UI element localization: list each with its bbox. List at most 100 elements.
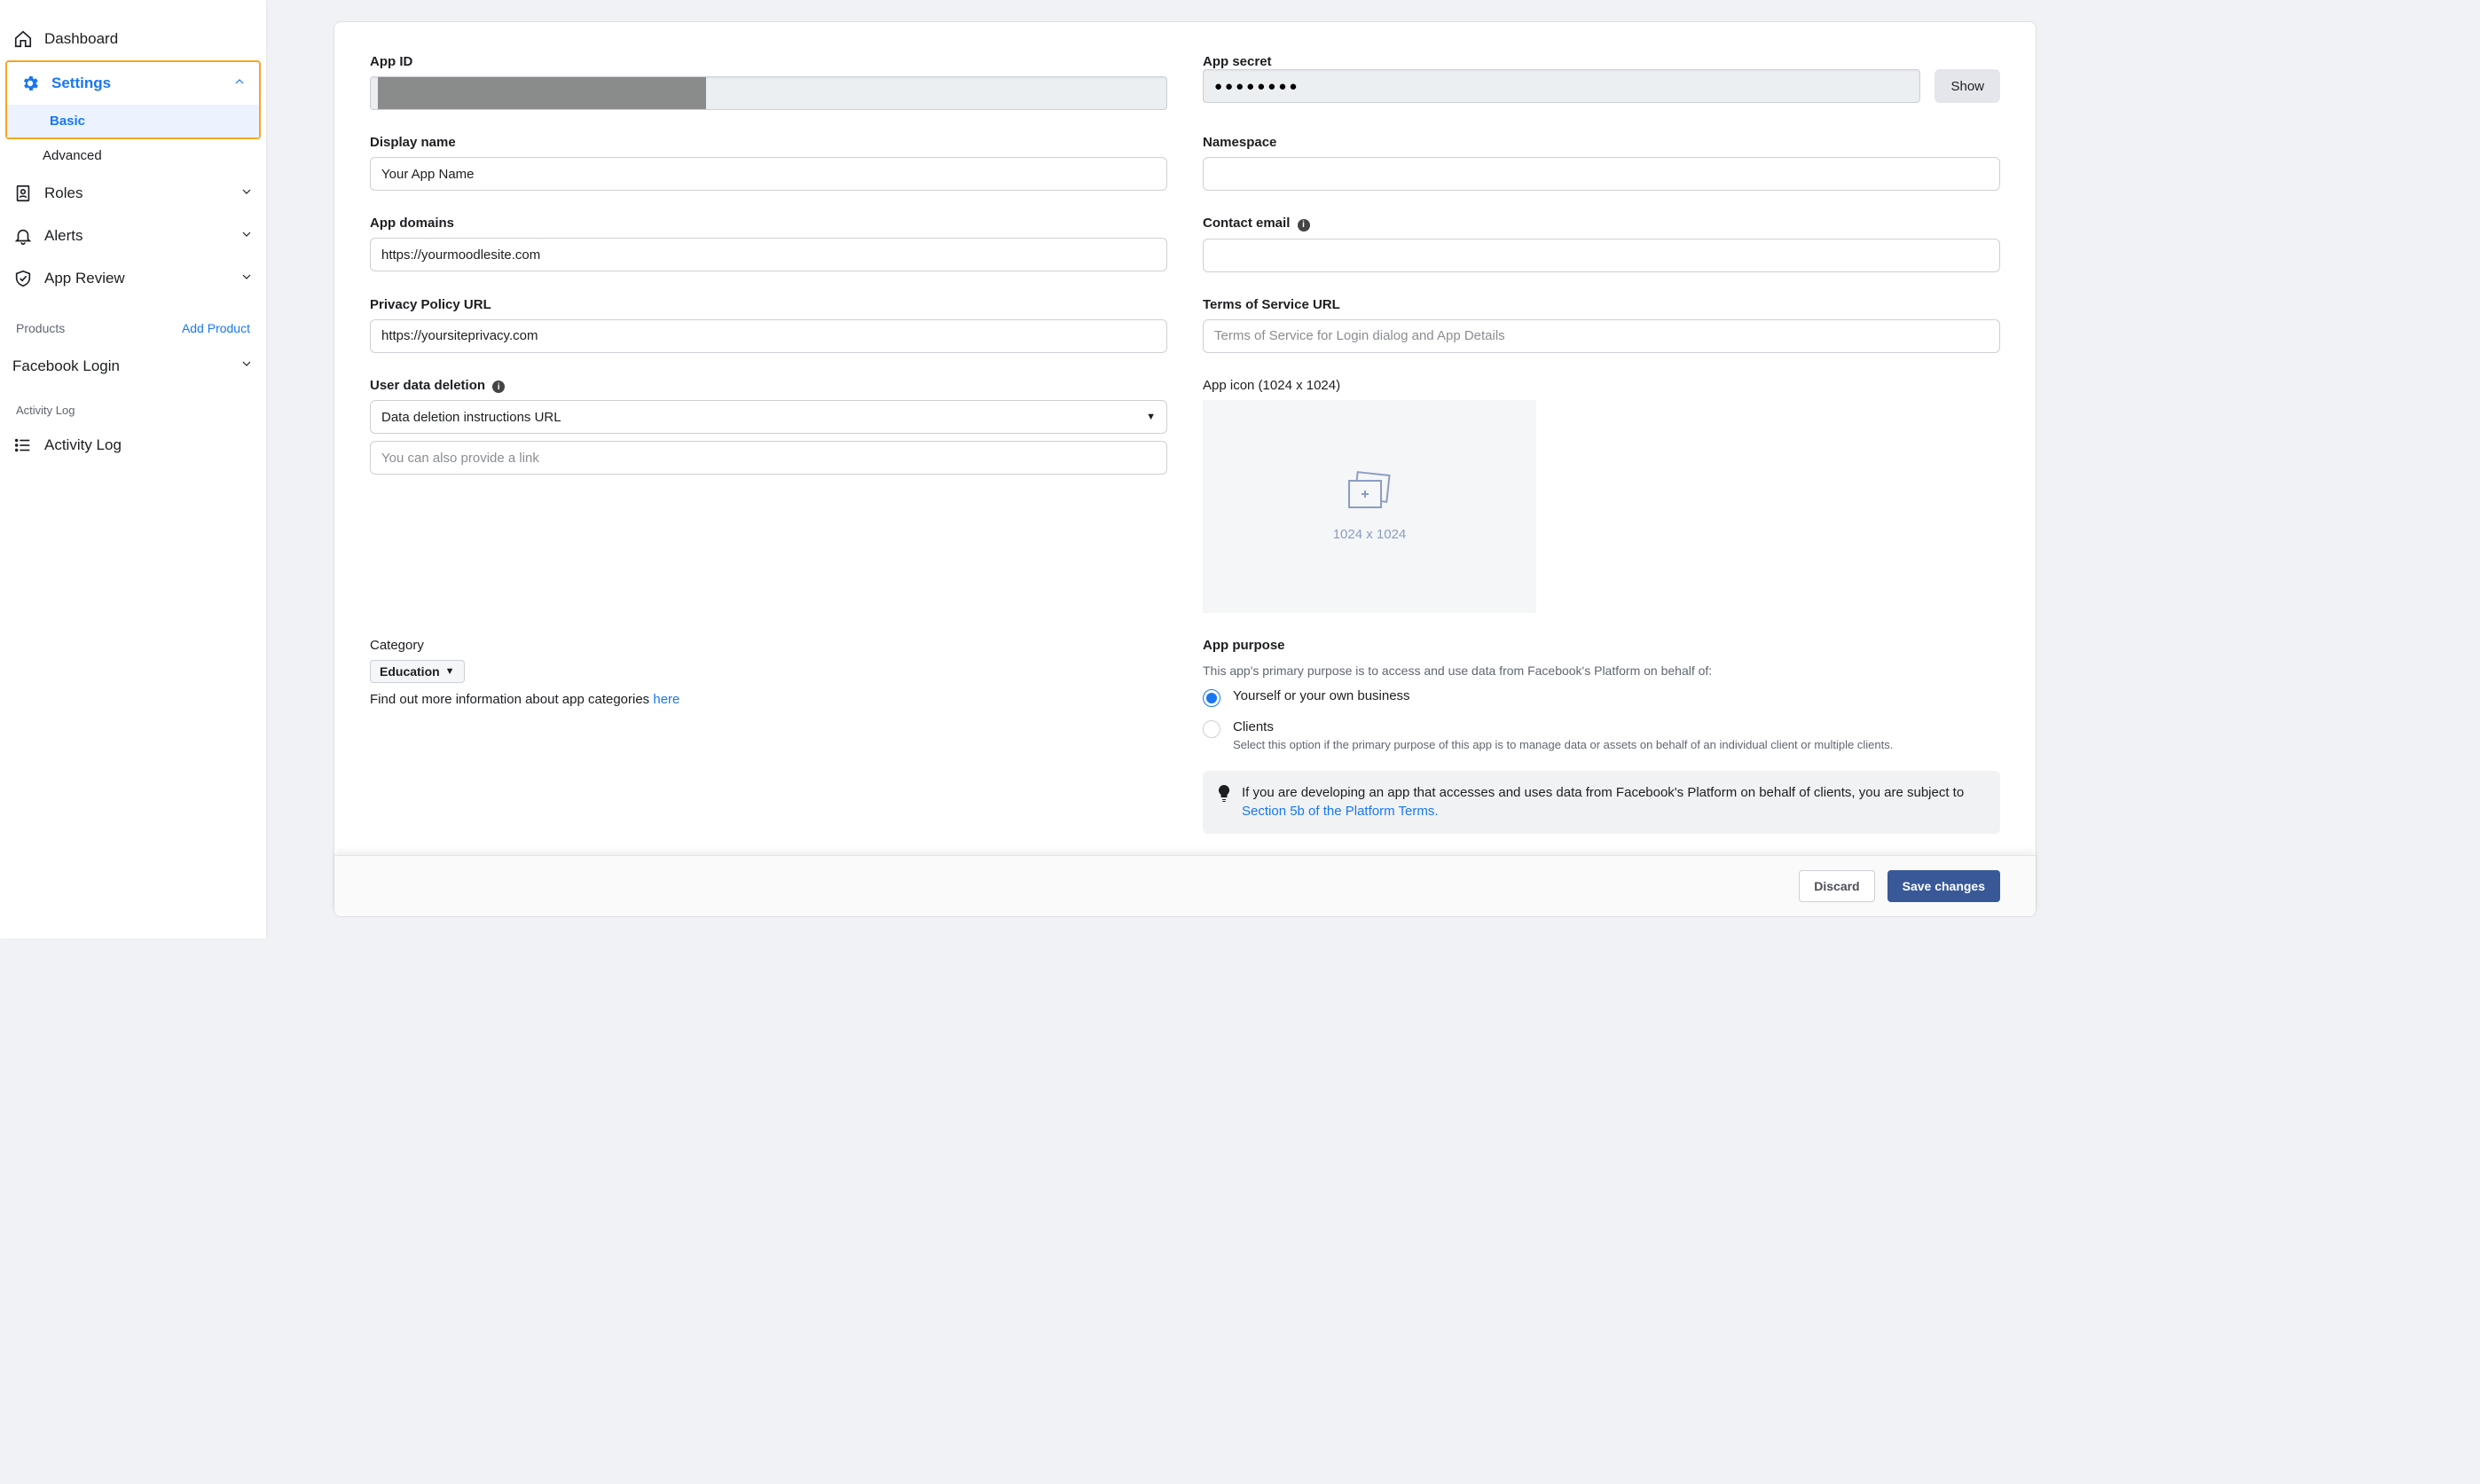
activity-heading: Activity Log (0, 386, 266, 424)
field-app-secret: App secret ●●●●●●●● Show (1203, 54, 2000, 103)
shield-check-icon (12, 268, 34, 289)
field-category: Category Education ▼ Find out more infor… (370, 638, 1167, 707)
udd-select-value: Data deletion instructions URL (381, 410, 561, 425)
purpose-opt2-label: Clients (1233, 719, 1893, 734)
save-button[interactable]: Save changes (1887, 870, 2000, 902)
sidebar-label: Facebook Login (12, 357, 120, 375)
info-icon[interactable]: i (492, 381, 505, 393)
udd-link-input[interactable] (370, 441, 1167, 475)
app-domains-label: App domains (370, 216, 1167, 231)
app-secret-label: App secret (1203, 54, 1272, 69)
purpose-opt2-desc: Select this option if the primary purpos… (1233, 738, 1893, 751)
contact-email-input[interactable] (1203, 239, 2000, 272)
purpose-opt1-label: Yourself or your own business (1233, 688, 1410, 703)
contact-email-label: Contact email i (1203, 216, 2000, 232)
sidebar-item-alerts[interactable]: Alerts (0, 215, 266, 257)
category-select[interactable]: Education ▼ (370, 660, 465, 683)
gear-icon (20, 73, 41, 94)
privacy-label: Privacy Policy URL (370, 297, 1167, 312)
field-namespace: Namespace (1203, 135, 2000, 191)
field-display-name: Display name (370, 135, 1167, 191)
settings-card: App ID App secret ●●●●●●●● Show (334, 21, 2037, 917)
sidebar-item-dashboard[interactable]: Dashboard (0, 18, 266, 60)
products-header: Products Add Product (0, 300, 266, 346)
namespace-label: Namespace (1203, 135, 2000, 150)
app-domains-input[interactable] (370, 238, 1167, 271)
main-content: App ID App secret ●●●●●●●● Show (266, 0, 2480, 938)
caret-down-icon: ▼ (1146, 412, 1156, 422)
tos-label: Terms of Service URL (1203, 297, 2000, 312)
settings-subnav: Basic (7, 105, 259, 137)
bell-icon (12, 225, 34, 247)
category-help-link[interactable]: here (653, 692, 679, 707)
sidebar-item-app-review[interactable]: App Review (0, 257, 266, 300)
image-icon (1344, 470, 1395, 514)
platform-terms-banner: If you are developing an app that access… (1203, 771, 2000, 835)
home-icon (12, 28, 34, 50)
roles-icon (12, 183, 34, 204)
sidebar-item-roles[interactable]: Roles (0, 172, 266, 215)
sidebar-label: Dashboard (44, 30, 118, 48)
field-app-purpose: App purpose This app's primary purpose i… (1203, 638, 2000, 835)
chevron-down-icon (239, 270, 254, 288)
field-app-icon: App icon (1024 x 1024) 1024 x 1024 (1203, 378, 2000, 613)
purpose-desc: This app's primary purpose is to access … (1203, 663, 2000, 678)
sidebar-item-settings[interactable]: Settings (7, 62, 259, 105)
footer-actions: Discard Save changes (334, 855, 2036, 916)
field-privacy-url: Privacy Policy URL (370, 297, 1167, 353)
sidebar: Dashboard Settings Basic Advanced (0, 0, 266, 938)
purpose-label: App purpose (1203, 638, 2000, 653)
category-value: Education (380, 664, 440, 679)
list-icon (12, 435, 34, 456)
app-secret-value: ●●●●●●●● (1203, 69, 1920, 103)
chevron-down-icon (239, 185, 254, 203)
sidebar-label: Activity Log (44, 436, 122, 454)
sidebar-item-settings-advanced[interactable]: Advanced (43, 139, 266, 172)
radio-clients[interactable] (1203, 720, 1220, 738)
chevron-up-icon (232, 75, 247, 93)
field-app-domains: App domains (370, 216, 1167, 271)
app-icon-placeholder-text: 1024 x 1024 (1333, 527, 1407, 542)
discard-button[interactable]: Discard (1799, 870, 1874, 902)
info-icon[interactable]: i (1298, 219, 1310, 232)
app-icon-label: App icon (1024 x 1024) (1203, 378, 2000, 393)
settings-subnav-rest: Advanced (0, 139, 266, 172)
chevron-down-icon (239, 227, 254, 246)
products-label: Products (16, 321, 65, 335)
sidebar-item-activity-log[interactable]: Activity Log (0, 424, 266, 467)
udd-select[interactable]: Data deletion instructions URL ▼ (370, 400, 1167, 434)
settings-highlight: Settings Basic (5, 60, 261, 139)
purpose-option-clients[interactable]: Clients Select this option if the primar… (1203, 719, 2000, 751)
field-contact-email: Contact email i (1203, 216, 2000, 272)
category-help-text: Find out more information about app cate… (370, 692, 1167, 707)
tos-input[interactable] (1203, 319, 2000, 353)
redacted-block (378, 77, 706, 109)
field-user-data-deletion: User data deletion i Data deletion instr… (370, 378, 1167, 475)
sidebar-item-settings-basic[interactable]: Basic (7, 105, 259, 137)
field-app-id: App ID (370, 54, 1167, 110)
display-name-input[interactable] (370, 157, 1167, 191)
add-product-link[interactable]: Add Product (182, 321, 250, 335)
secret-masked: ●●●●●●●● (1211, 79, 1299, 94)
display-name-label: Display name (370, 135, 1167, 150)
purpose-option-self[interactable]: Yourself or your own business (1203, 688, 2000, 707)
sidebar-label: Alerts (44, 227, 82, 245)
app-id-label: App ID (370, 54, 1167, 69)
radio-self[interactable] (1203, 689, 1220, 707)
platform-terms-link[interactable]: Section 5b of the Platform Terms. (1242, 804, 1439, 819)
privacy-input[interactable] (370, 319, 1167, 353)
sidebar-label: Settings (51, 75, 111, 92)
category-label: Category (370, 638, 1167, 653)
sidebar-item-facebook-login[interactable]: Facebook Login (0, 346, 266, 386)
sidebar-label: App Review (44, 270, 125, 287)
app-icon-upload[interactable]: 1024 x 1024 (1203, 400, 1536, 613)
sidebar-label: Roles (44, 185, 82, 202)
show-secret-button[interactable]: Show (1935, 69, 2000, 103)
caret-down-icon: ▼ (445, 666, 455, 677)
field-tos-url: Terms of Service URL (1203, 297, 2000, 353)
bulb-icon (1217, 785, 1231, 822)
app-id-value (370, 76, 1167, 110)
chevron-down-icon (239, 357, 254, 375)
udd-label: User data deletion i (370, 378, 1167, 394)
namespace-input[interactable] (1203, 157, 2000, 191)
